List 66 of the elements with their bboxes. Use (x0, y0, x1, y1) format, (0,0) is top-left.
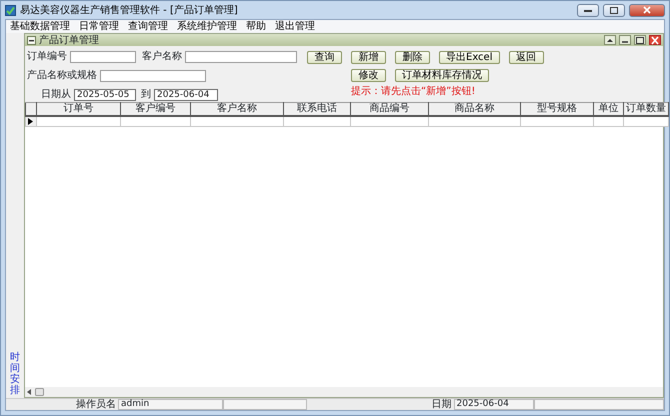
input-field[interactable] (100, 70, 206, 82)
window-title: 易达美容仪器生产销售管理软件 - [产品订单管理] (20, 4, 238, 18)
date-field[interactable]: 2025-06-04 (154, 88, 218, 100)
field-label: 到 (141, 88, 151, 102)
table-cell[interactable] (120, 116, 190, 126)
child-window-title: 产品订单管理 (39, 34, 99, 48)
field-label: 日期从 (41, 88, 71, 102)
scroll-up-button[interactable] (604, 35, 616, 45)
status-label: 日期 (432, 398, 452, 412)
column-header: 商品名称 (428, 102, 520, 116)
table-cell[interactable] (350, 116, 428, 126)
menu-item[interactable]: 退出管理 (275, 20, 315, 32)
minimize-icon (622, 41, 628, 43)
toolbar-button[interactable]: 返回 (508, 51, 544, 64)
scroll-left-icon[interactable] (27, 389, 31, 395)
table-cell[interactable] (428, 116, 520, 126)
status-value: admin (118, 399, 223, 410)
toolbar-button[interactable]: 订单材料库存情况 (395, 69, 489, 82)
field-label: 订单编号 (27, 50, 67, 64)
status-label: 操作员名 (76, 398, 116, 412)
toolbar-button[interactable]: 导出Excel (439, 51, 500, 64)
field-label: 客户名称 (142, 50, 182, 64)
side-panel-label[interactable]: 时间安排 (10, 352, 20, 396)
column-header: 订单号 (36, 102, 120, 116)
column-header: 型号规格 (520, 102, 594, 116)
column-header: 联系电话 (284, 102, 350, 116)
maximize-button[interactable] (634, 35, 646, 45)
table-cell[interactable] (190, 116, 284, 126)
current-row-icon (28, 118, 33, 125)
column-header: 客户名称 (190, 102, 284, 116)
scrollbar-thumb[interactable] (35, 388, 44, 396)
minimize-button[interactable] (619, 35, 631, 45)
table-cell[interactable] (520, 116, 594, 126)
maximize-button[interactable] (603, 4, 625, 16)
toolbar-button[interactable]: 新增 (351, 51, 386, 64)
date-field[interactable]: 2025-05-05 (74, 88, 136, 100)
minimize-button[interactable] (577, 4, 599, 16)
close-icon (643, 6, 651, 14)
minimize-icon (584, 8, 592, 12)
table-cell[interactable] (624, 116, 668, 126)
toolbar-button[interactable]: 修改 (351, 69, 386, 82)
status-value: 2025-06-04 (454, 399, 534, 410)
toolbar-button[interactable]: 删除 (395, 51, 430, 64)
close-icon (650, 36, 660, 44)
toolbar-button[interactable]: 查询 (307, 51, 342, 64)
menu-item[interactable]: 基础数据管理 (10, 20, 70, 32)
hint-text: 提示：请先点击“新增”按钮! (350, 84, 476, 99)
input-field[interactable] (70, 50, 136, 62)
menu-item[interactable]: 帮助 (246, 20, 266, 32)
maximize-icon (610, 6, 618, 14)
collapse-icon[interactable] (27, 36, 36, 44)
column-header: 商品编号 (350, 102, 428, 116)
maximize-icon (635, 36, 645, 44)
menu-item[interactable]: 系统维护管理 (177, 20, 237, 32)
close-button[interactable] (649, 35, 661, 45)
column-header: 客户编号 (120, 102, 190, 116)
menu-item[interactable]: 查询管理 (128, 20, 168, 32)
app-icon (5, 4, 16, 16)
menu-item[interactable]: 日常管理 (79, 20, 119, 32)
input-field[interactable] (185, 50, 297, 62)
table-cell[interactable] (36, 116, 120, 126)
table-cell[interactable] (594, 116, 624, 126)
close-button[interactable] (629, 4, 665, 16)
table-cell[interactable] (284, 116, 350, 126)
column-header: 订单数量 (624, 102, 668, 116)
field-label: 产品名称或规格 (27, 68, 97, 83)
